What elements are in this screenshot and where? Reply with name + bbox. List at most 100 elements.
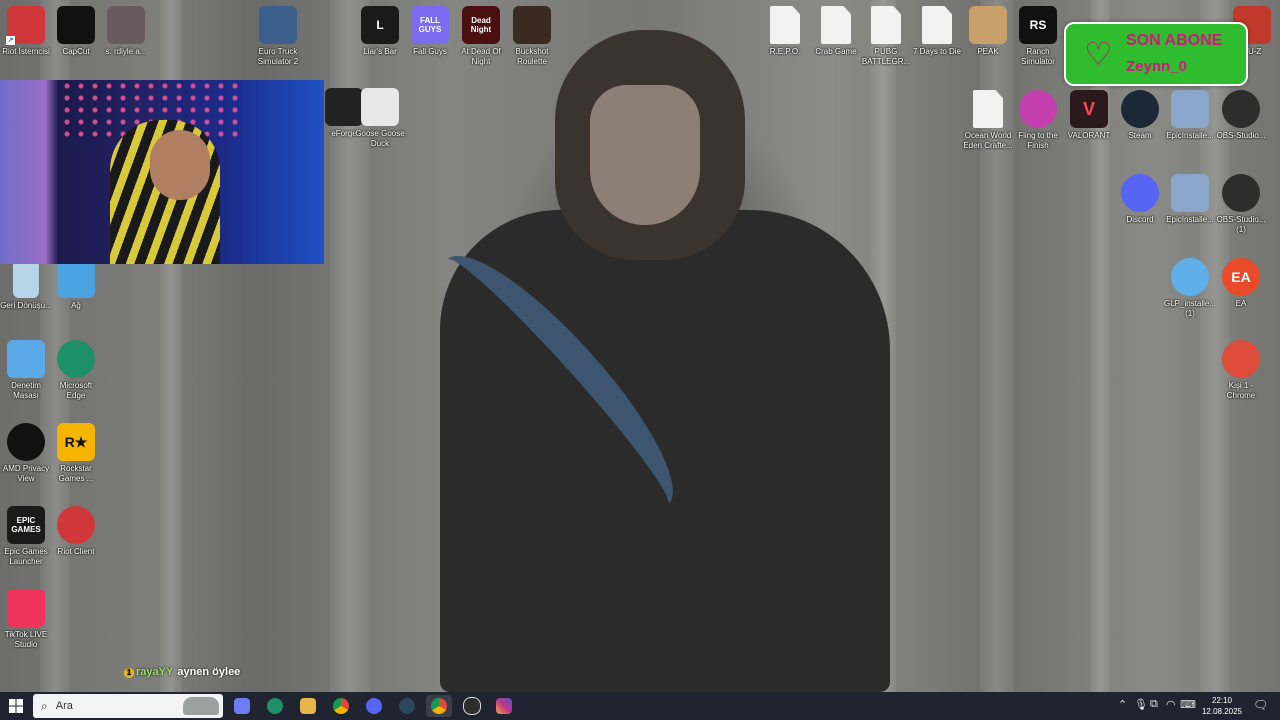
desktop-icon-goose-goose-duck[interactable]: Goose Goose Duck (354, 88, 406, 149)
taskbar-edge[interactable] (262, 695, 288, 717)
subscriber-alert: ♡ SON ABONE Zeynn_0 (1064, 22, 1248, 86)
desktop-icon-recycle-bin[interactable]: Geri Dönüşü... (0, 260, 52, 311)
installer-icon (1171, 258, 1209, 296)
desktop-icon-rockstar-games[interactable]: R★ Rockstar Games ... (50, 423, 102, 484)
tray-chevron-up-icon[interactable]: ⌃ (1118, 698, 1127, 711)
control-panel-icon (7, 340, 45, 378)
discord-icon (1121, 174, 1159, 212)
taskbar-steam[interactable] (394, 695, 420, 717)
desktop-icon-chrome-profile[interactable]: Kişi 1 - Chrome (1215, 340, 1267, 401)
desktop-icon-riot-istemcisi[interactable]: ↗ Riot İstemcisi (0, 6, 52, 57)
dead-of-night-icon: Dead Night (462, 6, 500, 44)
desktop-icon-peak[interactable]: PEAK (962, 6, 1014, 57)
peak-icon (969, 6, 1007, 44)
taskbar-chrome-profile[interactable] (426, 695, 452, 717)
buckshot-icon (513, 6, 551, 44)
desktop-icon-buckshot-roulette[interactable]: Buckshot Roulette (506, 6, 558, 67)
desktop-icon-ocean-world[interactable]: Ocean World Eden Crafte... (962, 90, 1014, 151)
taskbar-search[interactable]: ⌕ Ara (33, 694, 223, 718)
valorant-icon: V (1070, 90, 1108, 128)
desktop-icon-control-panel[interactable]: Denetim Masası (0, 340, 52, 401)
desktop-icon-obs-studio-1[interactable]: OBS-Studio... (1) (1215, 174, 1267, 235)
desktop-icon-riot-client[interactable]: Riot Client (50, 506, 102, 557)
taskbar-copilot[interactable] (229, 695, 255, 717)
ea-icon: EA (1222, 258, 1260, 296)
desktop-icon-ea[interactable]: EA EA (1215, 258, 1267, 309)
desktop-icon-epic-installer-2[interactable]: EpicInstalle... (1164, 174, 1216, 225)
desktop-icon-pubg[interactable]: PUBG BATTLEGR... (860, 6, 912, 67)
search-icon: ⌕ (41, 698, 48, 713)
desktop-icon-valorant[interactable]: V VALORANT (1063, 90, 1115, 141)
desktop-icon-7-days-to-die[interactable]: 7 Days to Die (911, 6, 963, 57)
alert-subscriber-name: Zeynn_0 (1126, 58, 1187, 75)
desktop-icon-amd-privacy-view[interactable]: AMD Privacy View (0, 423, 52, 484)
discord-icon (366, 698, 382, 714)
desktop-icon-network[interactable]: Ağ (50, 260, 102, 311)
edge-icon (57, 340, 95, 378)
taskbar-obs[interactable] (459, 695, 485, 717)
wifi-icon[interactable]: ◠ (1166, 698, 1176, 711)
desktop-icon-discord[interactable]: Discord (1114, 174, 1166, 225)
eye-icon (7, 423, 45, 461)
desktop-icon-capcut[interactable]: CapCut (50, 6, 102, 57)
clock[interactable]: 22:10 12.08.2025 (1194, 695, 1250, 717)
file-icon (821, 6, 851, 44)
chrome-icon (1222, 340, 1260, 378)
desktop-icon-tiktok-live-studio[interactable]: TikTok LIVE Studio (0, 589, 52, 650)
clock-time: 22:10 (1211, 696, 1233, 705)
fall-guys-icon: FALL GUYS (411, 6, 449, 44)
desktop-icon-repo[interactable]: R.E.P.O. (759, 6, 811, 57)
clock-date: 12.08.2025 (1201, 707, 1243, 716)
chrome-icon (333, 698, 349, 714)
fling-icon (1019, 90, 1057, 128)
search-placeholder: Ara (55, 700, 73, 712)
desktop[interactable]: ↗ Riot İstemcisi CapCut s. rdiyle a... E… (0, 0, 1280, 692)
copilot-icon (234, 698, 250, 714)
desktop-icon-liars-bar[interactable]: L Liar's Bar (354, 6, 406, 57)
rockstar-icon: R★ (57, 423, 95, 461)
alert-title: SON ABONE (1126, 32, 1223, 49)
truck-icon (259, 6, 297, 44)
heart-icon: ♡ (1084, 36, 1113, 72)
ranch-simulator-icon: RS (1019, 6, 1057, 44)
chat-text: aynen öylee (177, 666, 241, 678)
taskbar-chrome[interactable] (328, 695, 354, 717)
installer-icon (1171, 174, 1209, 212)
goose-icon (361, 88, 399, 126)
video-icon (107, 6, 145, 44)
epic-games-icon: EPIC GAMES (7, 506, 45, 544)
desktop-icon-epic-installer[interactable]: EpicInstalle... (1164, 90, 1216, 141)
taskbar-file-explorer[interactable] (295, 695, 321, 717)
taskbar: ⌕ Ara ⌃ 🎙 ⧉ ◠ ⌨ 22:10 12.08.2025 🗨 (0, 692, 1280, 720)
desktop-icon-epic-games-launcher[interactable]: EPIC GAMES Epic Games Launcher (0, 506, 52, 567)
desktop-icon-microsoft-edge[interactable]: Microsoft Edge (50, 340, 102, 401)
desktop-icon-fall-guys[interactable]: FALL GUYS Fall Guys (404, 6, 456, 57)
desktop-icon-ranch-simulator[interactable]: RS Ranch Simulator (1012, 6, 1064, 67)
notifications-icon[interactable]: 🗨 (1253, 698, 1268, 712)
chat-message: 1 rayaYY aynen öylee (124, 666, 240, 678)
desktop-icon-glp-installer[interactable]: GLP_installe... (1) (1164, 258, 1216, 319)
windows-logo-icon (9, 699, 23, 713)
desktop-icon-video-shortcut[interactable]: s. rdiyle a... (100, 6, 152, 57)
file-icon (871, 6, 901, 44)
edge-icon (267, 698, 283, 714)
desktop-icon-obs-studio[interactable]: OBS-Studio... (1215, 90, 1267, 141)
microphone-icon[interactable]: 🎙 (1134, 698, 1148, 711)
taskbar-instagram[interactable] (491, 695, 517, 717)
tiktok-icon (7, 589, 45, 627)
steam-icon (399, 698, 415, 714)
taskbar-discord[interactable] (361, 695, 387, 717)
desktop-icon-fling-to-the-finish[interactable]: Fling to the Finish (1012, 90, 1064, 151)
riot-icon (57, 506, 95, 544)
capcut-icon (57, 6, 95, 44)
desktop-icon-euro-truck[interactable]: Euro Truck Simulator 2 (252, 6, 304, 67)
tray-app-icon[interactable]: ⧉ (1150, 698, 1158, 711)
recycle-bin-icon (13, 260, 39, 298)
start-button[interactable] (3, 695, 29, 717)
desktop-icon-steam[interactable]: Steam (1114, 90, 1166, 141)
desktop-icon-at-dead-of-night[interactable]: Dead Night At Dead Of Night (455, 6, 507, 67)
file-icon (973, 90, 1003, 128)
network-icon (57, 260, 95, 298)
desktop-icon-crab-game[interactable]: Crab Game (810, 6, 862, 57)
file-icon (770, 6, 800, 44)
